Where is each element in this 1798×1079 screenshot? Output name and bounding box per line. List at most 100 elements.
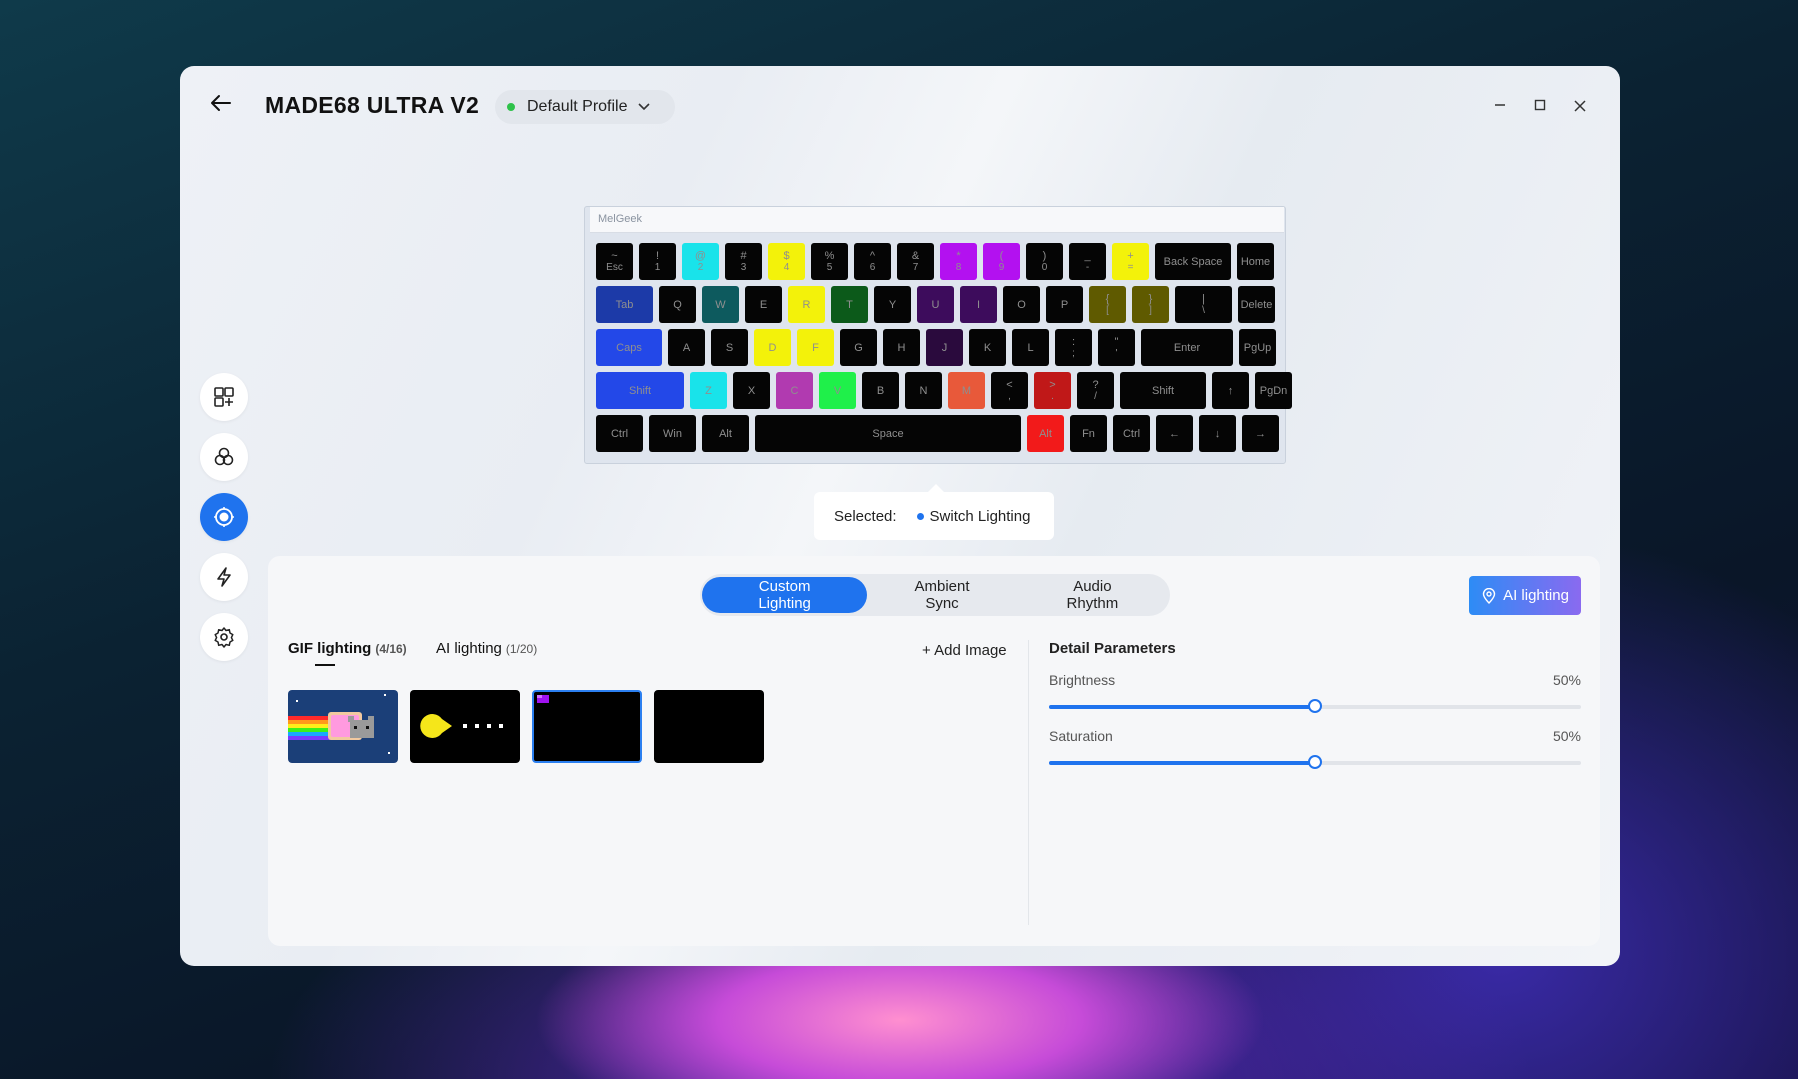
- add-image-button[interactable]: + Add Image: [922, 642, 1007, 659]
- key-{-[[interactable]: {[: [1089, 286, 1126, 323]
- close-button[interactable]: [1565, 92, 1595, 122]
- key-l[interactable]: L: [1012, 329, 1049, 366]
- gif-thumb-blank[interactable]: [654, 690, 764, 763]
- gif-thumb-nyan-cat[interactable]: [288, 690, 398, 763]
- key-y[interactable]: Y: [874, 286, 911, 323]
- ai-lighting-button[interactable]: AI lighting: [1469, 576, 1581, 615]
- key-!-1[interactable]: ! 1: [639, 243, 676, 280]
- key-s[interactable]: S: [711, 329, 748, 366]
- key-m[interactable]: M: [948, 372, 985, 409]
- key-:-;[interactable]: :;: [1055, 329, 1092, 366]
- key->-.[interactable]: >.: [1034, 372, 1071, 409]
- key-z[interactable]: Z: [690, 372, 727, 409]
- key-"-'[interactable]: " ': [1098, 329, 1135, 366]
- saturation-slider[interactable]: [1049, 755, 1581, 769]
- key-i[interactable]: I: [960, 286, 997, 323]
- key-t[interactable]: T: [831, 286, 868, 323]
- profile-dropdown[interactable]: Default Profile: [495, 90, 675, 124]
- sidebar-item-macro[interactable]: [200, 433, 248, 481]
- key-|-\[interactable]: | \: [1175, 286, 1232, 323]
- key-f[interactable]: F: [797, 329, 834, 366]
- key-?-/[interactable]: ? /: [1077, 372, 1114, 409]
- key-caps[interactable]: Caps: [596, 329, 662, 366]
- key-p[interactable]: P: [1046, 286, 1083, 323]
- gif-thumb-pacman[interactable]: [410, 690, 520, 763]
- key-↓[interactable]: ↓: [1199, 415, 1236, 452]
- saturation-slider-handle[interactable]: [1308, 755, 1322, 769]
- key-n[interactable]: N: [905, 372, 942, 409]
- back-button[interactable]: [206, 92, 236, 122]
- key-legend-secondary: [: [1106, 304, 1109, 316]
- key-o[interactable]: O: [1003, 286, 1040, 323]
- key-ctrl[interactable]: Ctrl: [596, 415, 643, 452]
- key-alt[interactable]: Alt: [702, 415, 749, 452]
- tab-ambient-sync[interactable]: Ambient Sync: [867, 577, 1017, 613]
- key-delete[interactable]: Delete: [1238, 286, 1275, 323]
- key-#-3[interactable]: #3: [725, 243, 762, 280]
- key-e[interactable]: E: [745, 286, 782, 323]
- key-@-2[interactable]: @2: [682, 243, 719, 280]
- key-shift[interactable]: Shift: [1120, 372, 1206, 409]
- key-^-6[interactable]: ^ 6: [854, 243, 891, 280]
- key-shift[interactable]: Shift: [596, 372, 684, 409]
- brightness-slider-handle[interactable]: [1308, 699, 1322, 713]
- key-u[interactable]: U: [917, 286, 954, 323]
- key-*-8[interactable]: * 8: [940, 243, 977, 280]
- key-+-=[interactable]: + =: [1112, 243, 1149, 280]
- key-g[interactable]: G: [840, 329, 877, 366]
- sidebar-item-settings[interactable]: [200, 613, 248, 661]
- key-legend: G: [854, 341, 863, 354]
- gear-icon: [214, 627, 234, 648]
- key-space[interactable]: Space: [755, 415, 1021, 452]
- key-(-9[interactable]: (9: [983, 243, 1020, 280]
- key-)-0[interactable]: ) 0: [1026, 243, 1063, 280]
- maximize-button[interactable]: [1525, 92, 1555, 122]
- key-↑[interactable]: ↑: [1212, 372, 1249, 409]
- key-j[interactable]: J: [926, 329, 963, 366]
- brightness-label: Brightness: [1049, 672, 1116, 688]
- key-}-][interactable]: }]: [1132, 286, 1169, 323]
- key-q[interactable]: Q: [659, 286, 696, 323]
- key-h[interactable]: H: [883, 329, 920, 366]
- tab-custom-lighting[interactable]: Custom Lighting: [702, 577, 868, 613]
- key-v[interactable]: V: [819, 372, 856, 409]
- key-home[interactable]: Home: [1237, 243, 1274, 280]
- minimize-button[interactable]: [1485, 92, 1515, 122]
- key-%-5[interactable]: % 5: [811, 243, 848, 280]
- key-alt[interactable]: Alt: [1027, 415, 1064, 452]
- device-title: MADE68 ULTRA V2: [265, 92, 480, 118]
- key-~-esc[interactable]: ~ Esc: [596, 243, 633, 280]
- detail-parameters-title: Detail Parameters: [1049, 640, 1176, 657]
- key-r[interactable]: R: [788, 286, 825, 323]
- brightness-slider[interactable]: [1049, 699, 1581, 713]
- key-legend: Y: [888, 298, 897, 311]
- key-<-,[interactable]: <,: [991, 372, 1028, 409]
- key-&-7[interactable]: & 7: [897, 243, 934, 280]
- key-←[interactable]: ←: [1156, 415, 1193, 452]
- tab-audio-rhythm[interactable]: Audio Rhythm: [1017, 577, 1168, 613]
- key-pgup[interactable]: PgUp: [1239, 329, 1276, 366]
- key-fn[interactable]: Fn: [1070, 415, 1107, 452]
- key-a[interactable]: A: [668, 329, 705, 366]
- key-k[interactable]: K: [969, 329, 1006, 366]
- tab-gif-lighting[interactable]: GIF lighting (4/16): [288, 640, 407, 666]
- key-_--[interactable]: _ -: [1069, 243, 1106, 280]
- key-ctrl[interactable]: Ctrl: [1113, 415, 1150, 452]
- sidebar-item-performance[interactable]: [200, 553, 248, 601]
- key-pgdn[interactable]: PgDn: [1255, 372, 1292, 409]
- key-w[interactable]: W: [702, 286, 739, 323]
- key-→[interactable]: →: [1242, 415, 1279, 452]
- key-win[interactable]: Win: [649, 415, 696, 452]
- key-tab[interactable]: Tab: [596, 286, 653, 323]
- key-c[interactable]: C: [776, 372, 813, 409]
- gif-thumb-purple-corner[interactable]: [532, 690, 642, 763]
- tab-ai-lighting[interactable]: AI lighting (1/20): [436, 640, 537, 657]
- key-enter[interactable]: Enter: [1141, 329, 1233, 366]
- sidebar-item-lighting[interactable]: [200, 493, 248, 541]
- key-b[interactable]: B: [862, 372, 899, 409]
- key-$-4[interactable]: $4: [768, 243, 805, 280]
- key-back-space[interactable]: Back Space: [1155, 243, 1231, 280]
- key-d[interactable]: D: [754, 329, 791, 366]
- sidebar-item-keymap[interactable]: [200, 373, 248, 421]
- key-x[interactable]: X: [733, 372, 770, 409]
